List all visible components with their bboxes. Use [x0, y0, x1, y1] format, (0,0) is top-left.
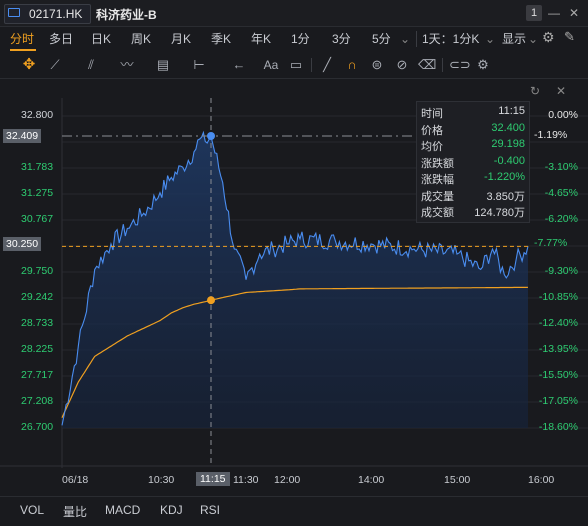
info-row: 价格 32.400 — [421, 122, 525, 138]
y-tick-label: 26.700 — [21, 421, 54, 433]
info-row: 涨跌幅 -1.220% — [421, 171, 525, 187]
pct-tick-label: 0.00% — [548, 109, 578, 121]
x-tick-label: 12:00 — [274, 474, 301, 486]
pct-tick-label: -15.50% — [538, 369, 578, 381]
price-marker — [207, 131, 215, 140]
y-tick-label: 31.783 — [21, 161, 54, 173]
pct-tick-label: -13.95% — [538, 343, 578, 355]
indicator-macd[interactable]: MACD — [105, 503, 140, 517]
x-tick-label: 06/18 — [62, 474, 89, 486]
indicator-bar: VOL 量比 MACD KDJ RSI — [0, 496, 588, 526]
info-value: 3.850万 — [486, 190, 525, 203]
y-tick-label: 31.275 — [21, 187, 54, 199]
info-value: -0.400 — [493, 154, 525, 167]
y-tick-label: 32.800 — [21, 109, 54, 121]
x-tick-label: 16:00 — [528, 474, 555, 486]
info-panel: 时间 11:15 价格 32.400 均价 29.198 涨跌额 -0.400 涨跌幅 -1.22… — [416, 101, 530, 223]
pct-tick-label: -4.65% — [544, 187, 578, 199]
indicator-volume-ratio[interactable]: 量比 — [63, 503, 87, 520]
info-key: 涨跌额 — [421, 157, 454, 170]
y-tick-label: 29.750 — [21, 265, 54, 277]
info-value: 32.400 — [491, 121, 525, 134]
current-pct-label: -7.77% — [534, 237, 568, 249]
info-key: 均价 — [421, 141, 443, 153]
info-value: 11:15 — [498, 105, 525, 117]
info-row: 时间 11:15 — [421, 105, 525, 121]
avg-marker — [207, 296, 215, 305]
intraday-chart[interactable] — [0, 0, 588, 496]
indicator-rsi[interactable]: RSI — [200, 503, 220, 517]
pct-tick-label: -17.05% — [538, 395, 578, 407]
x-tick-label: 11:30 — [233, 474, 259, 486]
pct-tick-label: -3.10% — [544, 161, 578, 173]
x-tick-label: 10:30 — [148, 474, 175, 486]
indicator-kdj[interactable]: KDJ — [160, 503, 183, 517]
info-value: 124.780万 — [474, 207, 525, 219]
info-key: 价格 — [421, 124, 443, 137]
pct-tick-label: -12.40% — [538, 317, 578, 329]
x-tick-label: 14:00 — [358, 474, 385, 486]
info-key: 时间 — [421, 108, 443, 120]
pct-tick-label: -6.20% — [544, 213, 578, 225]
indicator-vol[interactable]: VOL — [20, 503, 44, 517]
info-key: 成交量 — [421, 190, 454, 203]
y-tick-label: 28.225 — [21, 343, 54, 355]
y-tick-label: 27.717 — [21, 369, 54, 381]
pct-tick-label: -9.30% — [544, 265, 578, 277]
cursor-price-label: 32.409 — [3, 129, 42, 143]
info-row: 涨跌额 -0.400 — [421, 155, 525, 171]
pct-tick-label: -18.60% — [538, 421, 578, 433]
cursor-pct-label: -1.19% — [534, 129, 568, 141]
y-tick-label: 29.242 — [21, 291, 54, 303]
info-row: 成交额 124.780万 — [421, 204, 525, 220]
info-key: 成交额 — [421, 207, 454, 219]
y-tick-label: 28.733 — [21, 317, 54, 329]
info-value: 29.198 — [491, 138, 525, 150]
x-tick-label: 15:00 — [444, 474, 471, 486]
info-row: 均价 29.198 — [421, 138, 525, 154]
info-row: 成交量 3.850万 — [421, 188, 525, 204]
cursor-time-label: 11:15 — [196, 472, 230, 486]
info-key: 涨跌幅 — [421, 174, 454, 186]
current-price-label: 30.250 — [3, 237, 42, 251]
info-value: -1.220% — [484, 171, 525, 183]
pct-tick-label: -10.85% — [538, 291, 578, 303]
y-tick-label: 27.208 — [21, 395, 54, 407]
y-tick-label: 30.767 — [21, 213, 54, 225]
